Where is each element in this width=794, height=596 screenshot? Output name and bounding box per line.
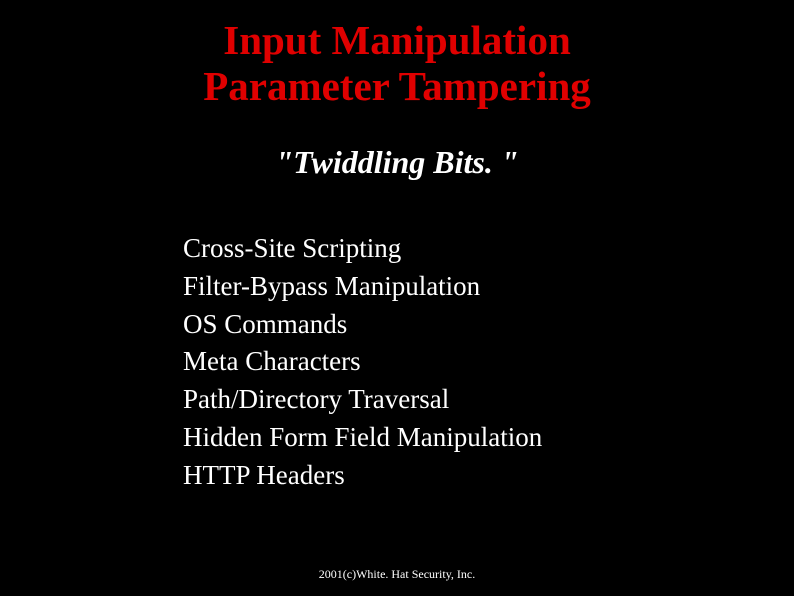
list-item: Cross-Site Scripting [183, 230, 542, 268]
slide-title: Input Manipulation Parameter Tampering [0, 18, 794, 110]
topic-list: Cross-Site Scripting Filter-Bypass Manip… [183, 230, 542, 495]
copyright-footer: 2001(c)White. Hat Security, Inc. [0, 567, 794, 582]
list-item: OS Commands [183, 306, 542, 344]
list-item: Path/Directory Traversal [183, 381, 542, 419]
list-item: HTTP Headers [183, 457, 542, 495]
list-item: Meta Characters [183, 343, 542, 381]
slide: Input Manipulation Parameter Tampering "… [0, 0, 794, 596]
slide-subtitle: "Twiddling Bits. " [0, 144, 794, 181]
list-item: Hidden Form Field Manipulation [183, 419, 542, 457]
list-item: Filter-Bypass Manipulation [183, 268, 542, 306]
